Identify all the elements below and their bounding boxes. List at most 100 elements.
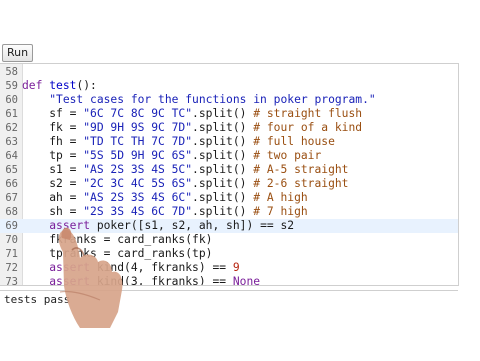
code-line[interactable]: 73 assert kind(3, fkranks) == None bbox=[0, 275, 458, 286]
code-token: # A high bbox=[253, 191, 308, 204]
code-token: "6C 7C 8C 9C TC" bbox=[83, 107, 193, 120]
line-number: 68 bbox=[5, 206, 18, 218]
code-token: .split() bbox=[192, 205, 254, 218]
code-token: # 2-6 straight bbox=[253, 177, 349, 190]
code-token: s1 = bbox=[22, 163, 84, 176]
code-token: 9 bbox=[232, 261, 240, 274]
code-line[interactable]: 70 fkranks = card_ranks(fk) bbox=[0, 233, 458, 247]
line-number: 64 bbox=[5, 150, 18, 162]
line-number: 71 bbox=[5, 248, 18, 260]
code-text: fk = "9D 9H 9S 9C 7D".split() # four of … bbox=[22, 121, 362, 135]
code-text: ah = "AS 2S 3S 4S 6C".split() # A high bbox=[22, 191, 308, 205]
code-line[interactable]: 72 assert kind(4, fkranks) == 9 bbox=[0, 261, 458, 275]
code-token: # straight flush bbox=[253, 107, 363, 120]
code-token: fkranks = card_ranks(fk) bbox=[22, 233, 213, 246]
line-number: 58 bbox=[5, 66, 18, 78]
line-number: 59 bbox=[5, 80, 18, 92]
line-number: 72 bbox=[5, 262, 18, 274]
code-line[interactable]: 61 sf = "6C 7C 8C 9C TC".split() # strai… bbox=[0, 107, 458, 121]
code-text: s1 = "AS 2S 3S 4S 5C".split() # A-5 stra… bbox=[22, 163, 348, 177]
code-line[interactable]: 66 s2 = "2C 3C 4C 5S 6S".split() # 2-6 s… bbox=[0, 177, 458, 191]
code-line[interactable]: 60 "Test cases for the functions in poke… bbox=[0, 93, 458, 107]
code-text: tpranks = card_ranks(tp) bbox=[22, 247, 212, 261]
code-token: def bbox=[22, 79, 50, 92]
code-token: (): bbox=[76, 79, 97, 92]
code-token: assert bbox=[49, 275, 91, 286]
code-line[interactable]: 71 tpranks = card_ranks(tp) bbox=[0, 247, 458, 261]
code-token: sf = bbox=[22, 107, 84, 120]
run-button[interactable]: Run bbox=[2, 44, 34, 62]
line-number: 66 bbox=[5, 178, 18, 190]
code-text: sh = "2S 3S 4S 6C 7D".split() # 7 high bbox=[22, 205, 308, 219]
code-token: # A-5 straight bbox=[253, 163, 349, 176]
code-text: tp = "5S 5D 9H 9C 6S".split() # two pair bbox=[22, 149, 321, 163]
code-token: "2C 3C 4C 5S 6S" bbox=[83, 177, 193, 190]
line-number: 61 bbox=[5, 108, 18, 120]
code-token: "5S 5D 9H 9C 6S" bbox=[83, 149, 193, 162]
code-line[interactable]: 58 bbox=[0, 65, 458, 79]
code-line[interactable]: 63 fh = "TD TC TH 7C 7D".split() # full … bbox=[0, 135, 458, 149]
code-token: .split() bbox=[192, 149, 254, 162]
code-token: assert bbox=[49, 261, 91, 274]
code-text: fh = "TD TC TH 7C 7D".split() # full hou… bbox=[22, 135, 335, 149]
code-editor[interactable]: 58 59 def test(): 60 "Test cases for the fu… bbox=[0, 63, 459, 286]
code-token: fh = bbox=[22, 135, 84, 148]
line-number: 62 bbox=[5, 122, 18, 134]
code-token: .split() bbox=[192, 121, 254, 134]
code-token: tpranks = card_ranks(tp) bbox=[22, 247, 213, 260]
line-number: 67 bbox=[5, 192, 18, 204]
code-line[interactable]: 68 sh = "2S 3S 4S 6C 7D".split() # 7 hig… bbox=[0, 205, 458, 219]
code-token: .split() bbox=[192, 177, 254, 190]
code-token: .split() bbox=[192, 107, 254, 120]
code-token: "AS 2S 3S 4S 5C" bbox=[83, 163, 193, 176]
code-text: "Test cases for the functions in poker p… bbox=[22, 93, 376, 107]
code-token: # two pair bbox=[253, 149, 322, 162]
code-text: assert kind(3, fkranks) == None bbox=[22, 275, 261, 286]
code-text: assert kind(4, fkranks) == 9 bbox=[22, 261, 240, 275]
code-token: s2 = bbox=[22, 177, 84, 190]
code-token: poker([s1, s2, ah, sh]) == s2 bbox=[90, 219, 295, 232]
line-number: 63 bbox=[5, 136, 18, 148]
code-token: "Test cases for the functions in poker p… bbox=[49, 93, 376, 106]
code-line[interactable]: 62 fk = "9D 9H 9S 9C 7D".split() # four … bbox=[0, 121, 458, 135]
line-number: 65 bbox=[5, 164, 18, 176]
code-token: "AS 2S 3S 4S 6C" bbox=[83, 191, 193, 204]
code-token: "TD TC TH 7C 7D" bbox=[83, 135, 193, 148]
code-line[interactable]: 67 ah = "AS 2S 3S 4S 6C".split() # A hig… bbox=[0, 191, 458, 205]
code-token: ah = bbox=[22, 191, 84, 204]
code-line[interactable]: 69 assert poker([s1, s2, ah, sh]) == s2 bbox=[0, 219, 458, 233]
code-token: .split() bbox=[192, 163, 254, 176]
code-line[interactable]: 59 def test(): bbox=[0, 79, 458, 93]
line-number: 69 bbox=[5, 220, 18, 232]
code-token: .split() bbox=[192, 191, 254, 204]
code-token: kind(3, fkranks) == bbox=[90, 275, 233, 286]
output-panel: tests pass bbox=[0, 290, 458, 361]
code-token: "9D 9H 9S 9C 7D" bbox=[83, 121, 193, 134]
code-token: # four of a kind bbox=[253, 121, 363, 134]
code-token: tp = bbox=[22, 149, 84, 162]
code-token: kind(4, fkranks) == bbox=[90, 261, 233, 274]
code-line[interactable]: 64 tp = "5S 5D 9H 9C 6S".split() # two p… bbox=[0, 149, 458, 163]
code-token: test bbox=[49, 79, 77, 92]
code-token: fk = bbox=[22, 121, 84, 134]
line-number: 60 bbox=[5, 94, 18, 106]
code-text: sf = "6C 7C 8C 9C TC".split() # straight… bbox=[22, 107, 362, 121]
code-line[interactable]: 65 s1 = "AS 2S 3S 4S 5C".split() # A-5 s… bbox=[0, 163, 458, 177]
code-token: .split() bbox=[192, 135, 254, 148]
code-token: # 7 high bbox=[253, 205, 308, 218]
output-text: tests pass bbox=[4, 293, 71, 306]
code-text: fkranks = card_ranks(fk) bbox=[22, 233, 212, 247]
code-token: sh = bbox=[22, 205, 84, 218]
code-token: assert bbox=[49, 219, 91, 232]
code-token: "2S 3S 4S 6C 7D" bbox=[83, 205, 193, 218]
top-bar bbox=[0, 0, 480, 44]
code-text: assert poker([s1, s2, ah, sh]) == s2 bbox=[22, 219, 294, 233]
code-token: None bbox=[232, 275, 261, 286]
code-text: s2 = "2C 3C 4C 5S 6S".split() # 2-6 stra… bbox=[22, 177, 348, 191]
code-token: # full house bbox=[253, 135, 335, 148]
line-number: 70 bbox=[5, 234, 18, 246]
